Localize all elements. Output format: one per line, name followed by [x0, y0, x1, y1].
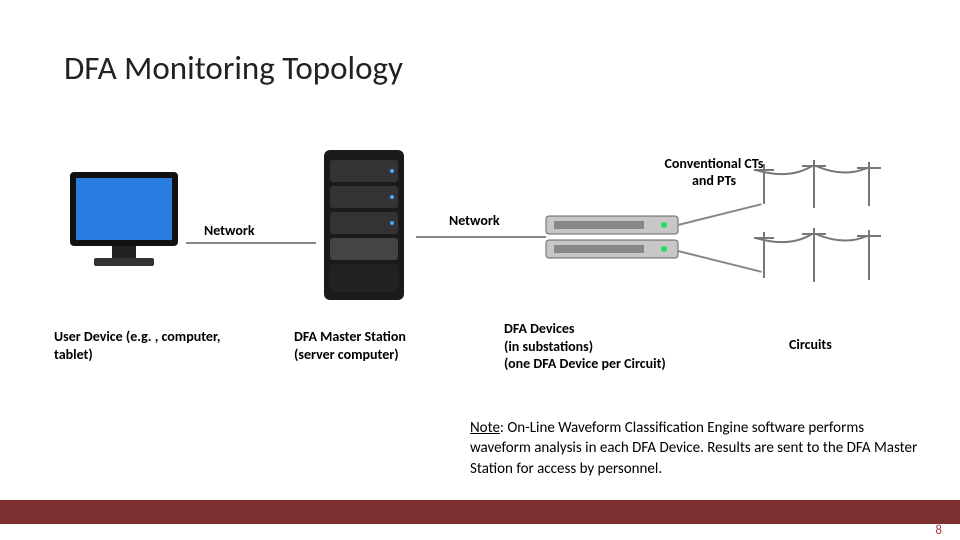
note-text: : On-Line Waveform Classification Engine… [470, 419, 917, 478]
master-station-label: DFA Master Station (server computer) [294, 328, 444, 363]
dfa-devices-node [542, 212, 682, 264]
link-label-net1: Network [204, 222, 255, 239]
dfa-devices-label: DFA Devices (in substations) (one DFA De… [504, 320, 714, 373]
note-label: Note [470, 419, 500, 437]
server-icon [314, 150, 414, 300]
cts-pts-label: Conventional CTs and PTs [659, 156, 769, 190]
slide-title: DFA Monitoring Topology [64, 48, 403, 88]
utility-poles-icon [754, 158, 904, 288]
circuits-node [754, 158, 904, 288]
link-label-net2: Network [449, 212, 500, 229]
topology-diagram: Network Network Conventional CTs and PTs… [64, 150, 904, 400]
circuits-label: Circuits [789, 336, 879, 354]
note-block: Note: On-Line Waveform Classification En… [470, 418, 920, 479]
user-device-node [64, 168, 194, 278]
conn-server-to-dev [416, 236, 546, 238]
page-number: 8 [935, 523, 942, 538]
conn-user-to-server [186, 242, 316, 244]
conn-dev-to-poles-2 [678, 250, 762, 273]
conn-dev-to-poles-1 [678, 203, 762, 226]
footer-bar [0, 500, 960, 524]
server-node [314, 150, 424, 300]
user-device-label: User Device (e.g. , computer, tablet) [54, 328, 224, 363]
monitor-icon [64, 168, 184, 278]
slide: DFA Monitoring Topology [0, 0, 960, 540]
switch-stack-icon [542, 212, 682, 264]
